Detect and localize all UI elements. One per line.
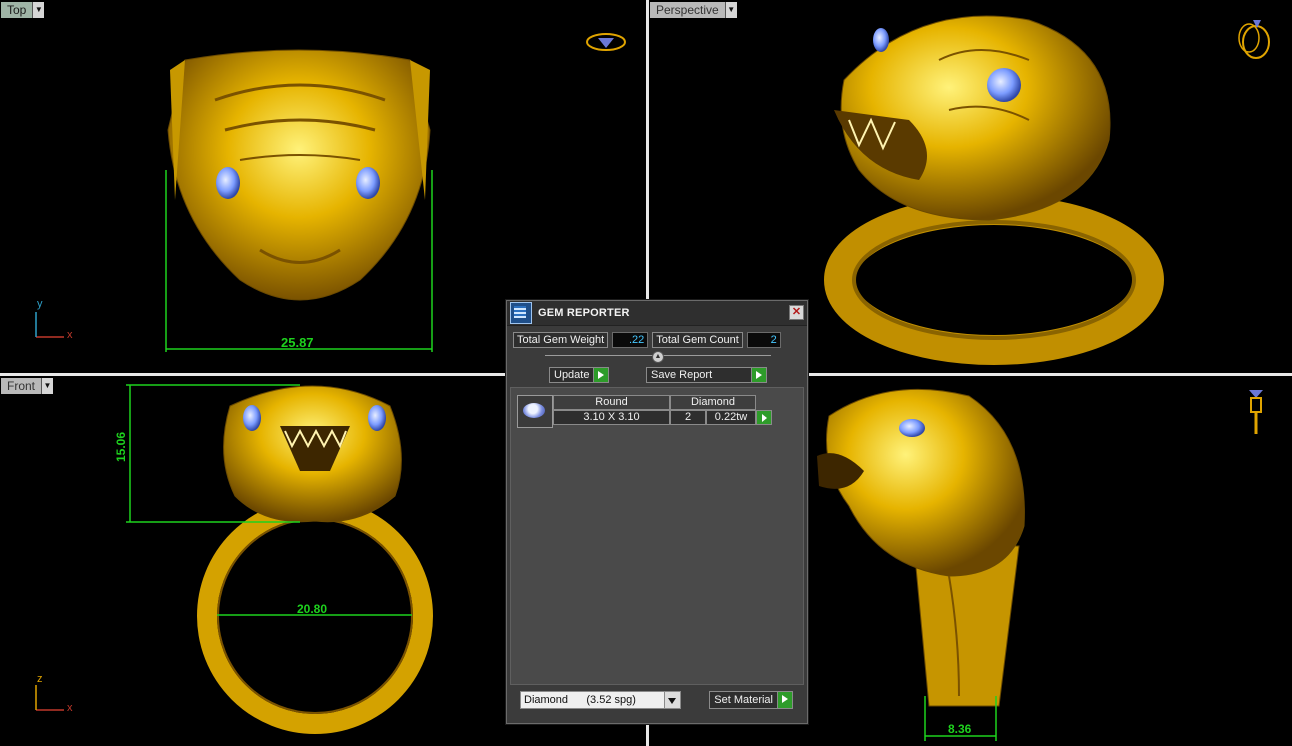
viewport-menu-arrow-icon[interactable]: ▼ — [724, 2, 737, 18]
gem-weight: 0.22tw — [706, 410, 756, 425]
gem-eye — [899, 419, 925, 437]
gem-reporter-app-icon — [510, 302, 532, 324]
dialog-title-bar[interactable]: GEM REPORTER ✕ — [507, 301, 807, 326]
total-gem-count-label: Total Gem Count — [652, 332, 743, 348]
axis-label-x: x — [67, 702, 73, 714]
play-arrow-icon — [752, 367, 767, 383]
save-report-button-label: Save Report — [646, 367, 752, 383]
gem-type: Diamond — [670, 395, 756, 410]
save-report-button[interactable]: Save Report — [646, 367, 767, 383]
viewport-label-front[interactable]: Front ▼ — [1, 378, 54, 394]
gem-size: 3.10 X 3.10 — [553, 410, 670, 425]
gem-shape: Round — [553, 395, 670, 410]
gem-left-eye — [243, 405, 261, 431]
viewport-name: Top — [1, 2, 33, 18]
play-arrow-icon — [778, 691, 793, 709]
viewport-menu-arrow-icon[interactable]: ▼ — [32, 2, 45, 18]
axis-label-x: x — [67, 329, 73, 341]
collapse-arrow-icon[interactable]: ▲ — [652, 351, 664, 363]
gem-right-eye — [368, 405, 386, 431]
viewport-name: Front — [1, 378, 42, 394]
material-row: Diamond (3.52 spg) Set Material — [520, 691, 793, 709]
dimension-label-height: 15.06 — [114, 431, 128, 462]
ring-orientation-icon-perspective — [1238, 20, 1270, 59]
list-item[interactable]: Round Diamond 3.10 X 3.10 2 0.22tw — [517, 395, 772, 428]
close-icon[interactable]: ✕ — [789, 305, 804, 320]
gem-info-grid: Round Diamond 3.10 X 3.10 2 0.22tw — [553, 395, 772, 428]
set-material-button[interactable]: Set Material — [709, 691, 793, 709]
totals-row: Total Gem Weight .22 Total Gem Count 2 — [513, 332, 801, 348]
material-dropdown[interactable]: Diamond (3.52 spg) — [520, 691, 681, 709]
action-buttons-row: Update Save Report — [549, 367, 767, 383]
axis-label-y: y — [37, 298, 43, 310]
gem-eye-left — [873, 28, 889, 52]
update-button-label: Update — [549, 367, 595, 383]
gem-eye-right — [987, 68, 1021, 102]
tiger-head-top-view — [167, 49, 431, 301]
viewport-menu-arrow-icon[interactable]: ▼ — [41, 378, 54, 394]
material-dropdown-value: Diamond (3.52 spg) — [520, 691, 665, 709]
tiger-ring-perspective — [824, 15, 1164, 365]
gem-left-eye — [216, 167, 240, 199]
gem-select-arrow-icon[interactable] — [756, 410, 772, 425]
dimension-label-inner: 20.80 — [297, 602, 328, 616]
total-gem-weight-label: Total Gem Weight — [513, 332, 609, 348]
play-arrow-icon — [594, 367, 610, 383]
dialog-title: GEM REPORTER — [538, 307, 630, 319]
total-gem-weight-value: .22 — [612, 332, 649, 348]
total-gem-count-value: 2 — [746, 332, 781, 348]
update-button[interactable]: Update — [549, 367, 610, 383]
viewport-label-perspective[interactable]: Perspective ▼ — [650, 2, 737, 18]
dimension-label-side: 8.36 — [948, 722, 972, 736]
dimension-label-width: 25.87 — [281, 335, 314, 350]
axis-label-z: z — [37, 673, 43, 685]
gem-reporter-dialog: GEM REPORTER ✕ Total Gem Weight .22 Tota… — [506, 300, 808, 724]
gem-right-eye — [356, 167, 380, 199]
viewport-label-top[interactable]: Top ▼ — [1, 2, 45, 18]
axis-gizmo-front — [35, 685, 64, 711]
round-gem-icon — [517, 395, 553, 428]
gem-list-panel: Round Diamond 3.10 X 3.10 2 0.22tw — [510, 387, 804, 685]
set-material-button-label: Set Material — [709, 691, 778, 709]
tiger-ring-side — [817, 388, 1025, 707]
ring-orientation-icon-side — [1249, 390, 1263, 434]
axis-gizmo-top — [35, 312, 64, 338]
tiger-ring-front — [197, 385, 433, 734]
ring-orientation-icon-top — [586, 33, 626, 51]
gem-count: 2 — [670, 410, 706, 425]
chevron-down-icon[interactable] — [665, 691, 681, 709]
viewport-name: Perspective — [650, 2, 725, 18]
